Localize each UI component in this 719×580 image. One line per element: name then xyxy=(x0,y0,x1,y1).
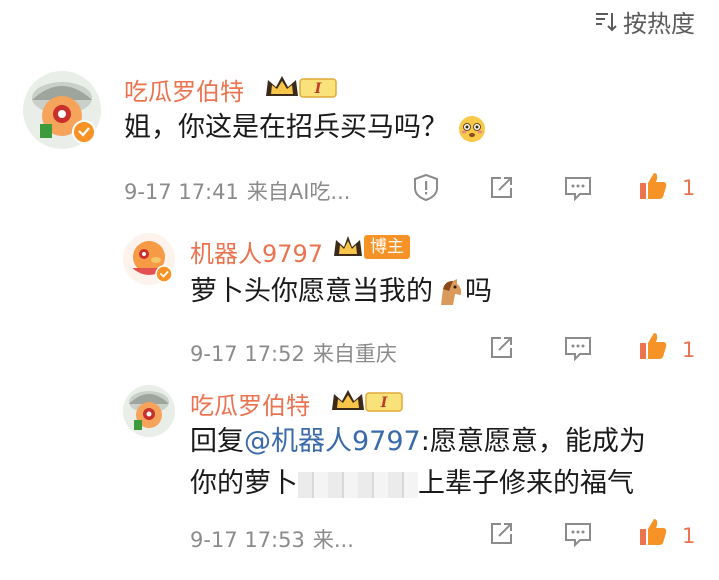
timestamp: 9-17 17:41 xyxy=(124,180,239,204)
comment-icon[interactable] xyxy=(563,520,593,548)
comment-icon[interactable] xyxy=(563,174,593,202)
like-count: 1 xyxy=(682,176,696,200)
like-icon[interactable] xyxy=(637,516,669,548)
comment-meta: 9-17 17:52 来自重庆 xyxy=(190,338,397,368)
crown-icon: I xyxy=(266,76,337,98)
flushed-emoji-icon xyxy=(458,115,485,142)
comment-meta: 9-17 17:41 来自AI吃... xyxy=(124,176,350,206)
comment-text-line-1: 回复@机器人9797:愿意愿意，能成为 xyxy=(190,426,646,457)
avatar[interactable] xyxy=(22,70,102,150)
source-label: 来... xyxy=(312,528,354,552)
like-icon[interactable] xyxy=(637,170,669,202)
source-label: 来自AI吃... xyxy=(246,180,351,204)
like-icon[interactable] xyxy=(637,330,669,362)
username[interactable]: 机器人9797 xyxy=(190,234,323,269)
share-icon[interactable] xyxy=(487,520,515,548)
comment-meta: 9-17 17:53 来... xyxy=(190,524,354,554)
source-label: 来自重庆 xyxy=(312,342,397,366)
timestamp: 9-17 17:52 xyxy=(190,342,305,366)
share-icon[interactable] xyxy=(487,174,515,202)
comment-text-line-2: 你的萝卜 上辈子修来的福气 xyxy=(190,468,634,499)
comment-text: 萝卜头你愿意当我的 吗 xyxy=(190,276,492,307)
sort-by-hot-button[interactable]: 按热度 xyxy=(593,4,695,39)
timestamp: 9-17 17:53 xyxy=(190,528,305,552)
avatar[interactable] xyxy=(122,384,176,438)
redacted-text xyxy=(298,471,418,498)
mention-link[interactable]: @机器人9797 xyxy=(244,426,421,457)
username[interactable]: 吃瓜罗伯特 xyxy=(190,386,310,421)
sort-label: 按热度 xyxy=(623,10,695,38)
report-icon[interactable] xyxy=(411,172,441,202)
horse-emoji-icon xyxy=(441,278,462,305)
level-badge: I xyxy=(380,395,388,411)
like-count: 1 xyxy=(682,524,696,548)
avatar[interactable] xyxy=(122,232,176,286)
comment-text: 姐，你这是在招兵买马吗？ xyxy=(124,108,487,148)
author-badge: 博主 xyxy=(364,235,410,259)
crown-icon xyxy=(334,236,362,256)
share-icon[interactable] xyxy=(487,334,515,362)
comment-icon[interactable] xyxy=(563,334,593,362)
sort-icon xyxy=(596,12,617,31)
like-count: 1 xyxy=(682,338,696,362)
level-badge: I xyxy=(314,81,322,97)
crown-icon: I xyxy=(332,390,403,412)
username[interactable]: 吃瓜罗伯特 xyxy=(124,72,244,107)
